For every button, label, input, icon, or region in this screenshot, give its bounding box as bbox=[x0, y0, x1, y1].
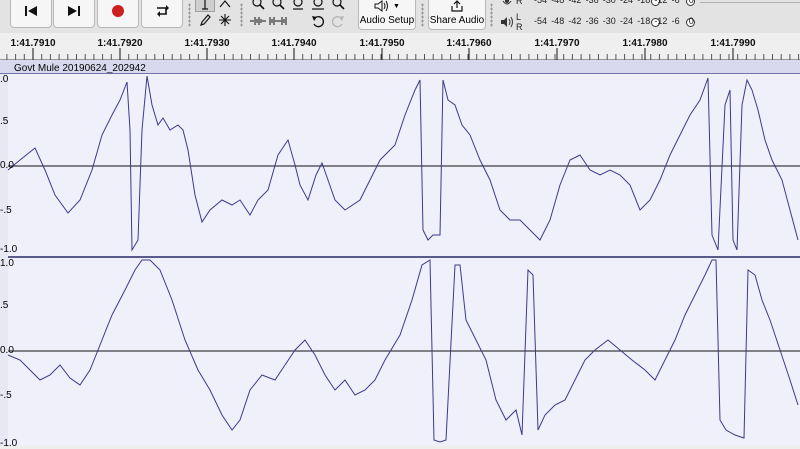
chevron-down-icon: ▼ bbox=[393, 2, 400, 10]
fit-project-icon bbox=[312, 0, 324, 10]
meter-scale-label: -24 bbox=[620, 0, 634, 5]
waveform[interactable] bbox=[0, 60, 800, 446]
channel-separator bbox=[0, 256, 800, 258]
share-audio-button[interactable]: Share Audio bbox=[428, 0, 486, 30]
upper-scale-label: -.5 bbox=[0, 205, 12, 216]
zoom-toggle-button[interactable] bbox=[328, 0, 348, 11]
meter-scale-label: -48 bbox=[551, 16, 565, 26]
upper-scale-label: .0 bbox=[0, 74, 9, 85]
meter-scale-label: -30 bbox=[602, 0, 616, 5]
share-icon bbox=[451, 0, 463, 12]
lower-scale-label: -.5 bbox=[0, 390, 12, 401]
meter-scale-label: -54 bbox=[534, 16, 548, 26]
toolbar: ▼ Audio Setup Share Audio R -54 -48 -42 -36… bbox=[0, 0, 800, 33]
share-audio-label: Share Audio bbox=[429, 15, 485, 26]
playback-meter-scale[interactable]: -54 -48 -42 -36 -30 -24 -18 -12 -6 0 bbox=[534, 16, 704, 28]
record-icon bbox=[112, 5, 124, 17]
zoom-out-icon bbox=[272, 0, 285, 10]
meter-scale-label: -42 bbox=[568, 0, 582, 5]
speaker-icon bbox=[374, 0, 389, 12]
record-button[interactable] bbox=[97, 0, 139, 28]
zoom-toggle-icon bbox=[332, 0, 345, 10]
meter-scale-label: -36 bbox=[585, 0, 599, 5]
microphone-icon bbox=[502, 0, 512, 5]
meter-scale-label: 0 bbox=[688, 16, 694, 26]
toolbar-grip[interactable] bbox=[188, 3, 191, 27]
fit-selection-button[interactable] bbox=[288, 0, 308, 11]
meter-scale-label: -36 bbox=[585, 16, 599, 26]
meter-scale-label: 0 bbox=[688, 0, 694, 5]
lower-scale-label: 1.0 bbox=[0, 258, 14, 269]
ruler-tick-label: 1:41.7950 bbox=[359, 38, 405, 49]
meter-divider bbox=[700, 2, 800, 3]
skip-to-start-icon bbox=[25, 6, 37, 16]
track-name: Govt Mule 20190624_202942 bbox=[14, 63, 146, 74]
meter-scale-label: -12 bbox=[654, 16, 668, 26]
meter-scale-label: -24 bbox=[620, 16, 634, 26]
meter-scale-label: -12 bbox=[654, 0, 668, 5]
draw-tool[interactable] bbox=[195, 12, 215, 28]
multi-tool-icon bbox=[219, 14, 231, 26]
toolbar-grip[interactable] bbox=[421, 3, 424, 27]
toolbar-grip[interactable] bbox=[240, 3, 243, 27]
selection-tool-icon bbox=[202, 0, 208, 10]
envelope-tool-icon bbox=[219, 0, 231, 8]
fit-project-button[interactable] bbox=[308, 0, 328, 11]
upper-scale-label: 0.0 bbox=[0, 160, 14, 171]
envelope-tool[interactable] bbox=[215, 0, 235, 12]
trim-icon bbox=[250, 17, 266, 25]
timeline-ruler[interactable]: 1:41.7910 1:41.7920 1:41.7930 1:41.7940 1:41… bbox=[0, 33, 800, 60]
ruler-tick-label: 1:41.7940 bbox=[271, 38, 317, 49]
undo-icon bbox=[312, 16, 324, 28]
ruler-tick-label: 1:41.7920 bbox=[97, 38, 143, 49]
record-meter-r: R bbox=[516, 0, 523, 6]
zoom-out-button[interactable] bbox=[268, 0, 288, 11]
upper-channel-wave bbox=[7, 75, 799, 252]
playback-speaker-icon bbox=[501, 16, 513, 28]
ruler-tick-label: 1:41.7990 bbox=[710, 38, 756, 49]
multi-tool[interactable] bbox=[215, 12, 235, 28]
meter-scale-label: -6 bbox=[671, 0, 680, 5]
lower-scale-label: -1.0 bbox=[0, 438, 18, 449]
playback-meter-r: R bbox=[516, 22, 523, 32]
meter-scale-label: -30 bbox=[602, 16, 616, 26]
silence-icon bbox=[269, 17, 287, 25]
meter-scale-label: -6 bbox=[671, 16, 680, 26]
upper-scale-label: -1.0 bbox=[0, 244, 18, 255]
zoom-in-button[interactable] bbox=[248, 0, 268, 11]
selection-tool[interactable] bbox=[195, 0, 215, 12]
audio-setup-button[interactable]: ▼ Audio Setup bbox=[358, 0, 416, 30]
loop-icon bbox=[157, 5, 169, 17]
toolbar-grip[interactable] bbox=[490, 3, 493, 27]
lower-scale-label: 0.0 bbox=[0, 345, 14, 356]
zoom-in-icon bbox=[252, 0, 265, 10]
audio-track[interactable]: Govt Mule 20190624_202942 .0 .5 0.0 -.5 -1.0… bbox=[0, 60, 800, 449]
meter-scale-label: -18 bbox=[637, 0, 651, 5]
meter-scale-label: -18 bbox=[637, 16, 651, 26]
meter-scale-label: -42 bbox=[568, 16, 582, 26]
skip-to-end-icon bbox=[68, 6, 80, 16]
upper-scale-label: .5 bbox=[0, 116, 9, 127]
playback-meter-l: L bbox=[516, 12, 522, 22]
loop-button[interactable] bbox=[141, 0, 183, 28]
ruler-tick-label: 1:41.7980 bbox=[622, 38, 668, 49]
ruler-tick-label: 1:41.7970 bbox=[534, 38, 580, 49]
undo-button[interactable] bbox=[308, 13, 328, 29]
ruler-tick-label: 1:41.7930 bbox=[184, 38, 230, 49]
meter-scale-label: -54 bbox=[534, 0, 548, 5]
meter-scale-label: -48 bbox=[551, 0, 565, 5]
lower-scale-label: .5 bbox=[0, 300, 9, 311]
ruler-tick-label: 1:41.7910 bbox=[10, 38, 56, 49]
audio-setup-label: Audio Setup bbox=[359, 15, 415, 26]
trim-button[interactable] bbox=[248, 13, 268, 29]
fit-selection-icon bbox=[293, 0, 303, 10]
redo-button[interactable] bbox=[328, 13, 348, 29]
draw-tool-icon bbox=[200, 14, 211, 26]
skip-to-end-button[interactable] bbox=[53, 0, 95, 28]
silence-button[interactable] bbox=[268, 13, 288, 29]
record-meter-scale[interactable]: -54 -48 -42 -36 -30 -24 -18 -12 -6 0 bbox=[534, 0, 704, 6]
redo-icon bbox=[332, 16, 344, 28]
skip-to-start-button[interactable] bbox=[10, 0, 52, 28]
ruler-tick-label: 1:41.7960 bbox=[446, 38, 492, 49]
